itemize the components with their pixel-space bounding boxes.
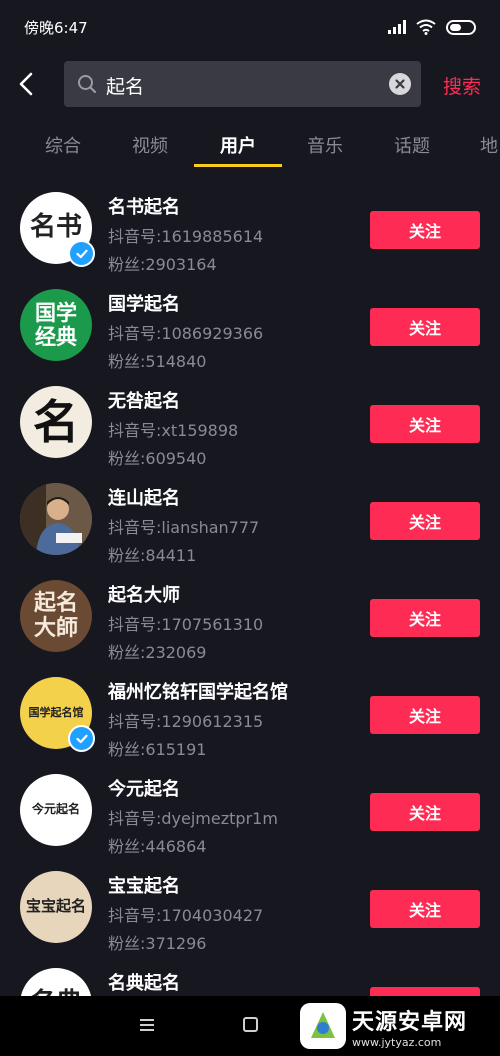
user-fans: 粉丝:514840	[108, 352, 207, 371]
follow-button[interactable]: 关注	[370, 308, 480, 346]
status-icons	[388, 19, 476, 35]
tab-places[interactable]: 地	[480, 132, 498, 158]
signal-icon	[388, 20, 406, 34]
tab-topics[interactable]: 话题	[394, 132, 430, 158]
user-name[interactable]: 国学起名	[108, 290, 180, 316]
user-id: 抖音号:1086929366	[108, 324, 264, 343]
user-list: 名书 名书起名 抖音号:1619885614 粉丝:2903164 关注 国学经…	[0, 180, 500, 996]
user-fans: 粉丝:609540	[108, 449, 207, 468]
user-name[interactable]: 福州忆铭轩国学起名馆	[108, 678, 288, 704]
follow-button[interactable]: 关注	[370, 211, 480, 249]
tab-music[interactable]: 音乐	[307, 132, 343, 158]
avatar[interactable]: 名	[20, 386, 92, 458]
tab-video[interactable]: 视频	[132, 132, 168, 158]
user-id: 抖音号:1290612315	[108, 712, 264, 731]
status-bar: 傍晚6:47	[0, 0, 500, 54]
user-name[interactable]: 无咎起名	[108, 387, 180, 413]
user-id: 抖音号:lianshan777	[108, 518, 260, 537]
follow-button[interactable]: 关注	[370, 890, 480, 928]
watermark-logo-icon	[300, 1003, 346, 1049]
list-item[interactable]: 国学起名馆 福州忆铭轩国学起名馆 抖音号:1290612315 粉丝:61519…	[0, 668, 500, 765]
follow-button[interactable]: 关注	[370, 599, 480, 637]
user-id: 抖音号:1707561310	[108, 615, 264, 634]
user-fans: 粉丝:615191	[108, 740, 207, 759]
wifi-icon	[416, 19, 436, 35]
clear-icon[interactable]	[389, 73, 411, 95]
user-id: 抖音号:xt159898	[108, 421, 239, 440]
search-query[interactable]: 起名	[106, 72, 144, 99]
user-name[interactable]: 名典起名	[108, 969, 180, 995]
user-id: 抖音号:1619885614	[108, 227, 264, 246]
user-name[interactable]: 宝宝起名	[108, 872, 180, 898]
tab-general[interactable]: 综合	[45, 132, 81, 158]
battery-icon	[446, 19, 476, 35]
tab-users[interactable]: 用户	[220, 132, 256, 158]
user-name[interactable]: 名书起名	[108, 193, 180, 219]
user-name[interactable]: 连山起名	[108, 484, 180, 510]
watermark-text: 天源安卓网 www.jytyaz.com	[352, 1004, 467, 1049]
search-input[interactable]: 起名	[64, 61, 421, 107]
list-item[interactable]: 名典 名典起名 关注	[0, 959, 500, 996]
follow-button[interactable]: 关注	[370, 405, 480, 443]
tab-bar: 综合 视频 用户 音乐 话题 地	[0, 120, 500, 168]
chevron-left-icon[interactable]	[14, 66, 42, 102]
search-bar: 起名 搜索	[0, 56, 500, 112]
user-name[interactable]: 起名大师	[108, 581, 180, 607]
user-fans: 粉丝:232069	[108, 643, 207, 662]
verified-check-icon	[68, 725, 95, 752]
status-time: 傍晚6:47	[24, 18, 88, 37]
avatar[interactable]: 国学经典	[20, 289, 92, 361]
avatar[interactable]: 宝宝起名	[20, 871, 92, 943]
person-photo	[20, 483, 92, 555]
follow-button[interactable]: 关注	[370, 502, 480, 540]
list-item[interactable]: 国学经典 国学起名 抖音号:1086929366 粉丝:514840 关注	[0, 280, 500, 377]
user-fans: 粉丝:2903164	[108, 255, 217, 274]
user-fans: 粉丝:446864	[108, 837, 207, 856]
list-item[interactable]: 连山起名 抖音号:lianshan777 粉丝:84411 关注	[0, 474, 500, 571]
watermark-title: 天源安卓网	[352, 1009, 468, 1035]
user-id: 抖音号:dyejmeztpr1m	[108, 809, 278, 828]
list-item[interactable]: 今元起名 今元起名 抖音号:dyejmeztpr1m 粉丝:446864 关注	[0, 765, 500, 862]
home-square-icon[interactable]	[243, 1017, 258, 1032]
list-item[interactable]: 起名大師 起名大师 抖音号:1707561310 粉丝:232069 关注	[0, 571, 500, 668]
watermark: 天源安卓网 www.jytyaz.com	[300, 1000, 500, 1052]
avatar[interactable]	[20, 483, 92, 555]
tab-indicator	[194, 164, 282, 167]
search-icon	[78, 75, 97, 94]
list-item[interactable]: 名书 名书起名 抖音号:1619885614 粉丝:2903164 关注	[0, 183, 500, 280]
search-button[interactable]: 搜索	[443, 72, 481, 99]
user-id: 抖音号:1704030427	[108, 906, 264, 925]
menu-icon[interactable]	[139, 1018, 155, 1032]
user-name[interactable]: 今元起名	[108, 775, 180, 801]
follow-button[interactable]: 关注	[370, 987, 480, 996]
user-fans: 粉丝:84411	[108, 546, 197, 565]
watermark-url: www.jytyaz.com	[352, 1035, 442, 1049]
list-item[interactable]: 宝宝起名 宝宝起名 抖音号:1704030427 粉丝:371296 关注	[0, 862, 500, 959]
follow-button[interactable]: 关注	[370, 793, 480, 831]
list-item[interactable]: 名 无咎起名 抖音号:xt159898 粉丝:609540 关注	[0, 377, 500, 474]
verified-check-icon	[68, 240, 95, 267]
avatar[interactable]: 起名大師	[20, 580, 92, 652]
user-fans: 粉丝:371296	[108, 934, 207, 953]
avatar[interactable]: 名典	[20, 968, 92, 996]
avatar[interactable]: 今元起名	[20, 774, 92, 846]
follow-button[interactable]: 关注	[370, 696, 480, 734]
